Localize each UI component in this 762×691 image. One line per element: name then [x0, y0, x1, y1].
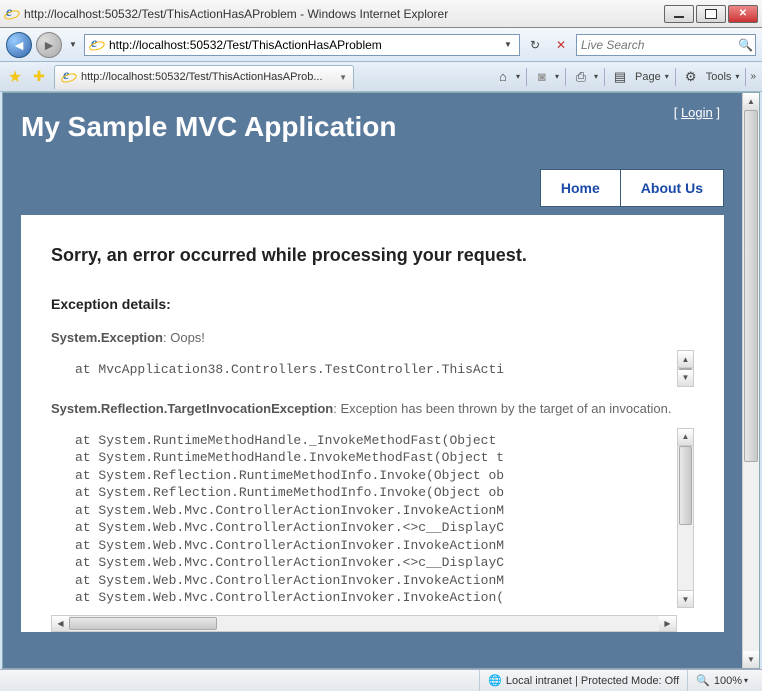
- login-area: [ Login ]: [674, 105, 720, 120]
- chevron-icon[interactable]: »: [750, 71, 756, 82]
- address-input[interactable]: [109, 38, 501, 52]
- tab-favicon: [61, 69, 77, 85]
- stack2-vscroll[interactable]: ▲ ▼: [677, 428, 694, 608]
- forward-button[interactable]: ►: [36, 32, 62, 58]
- tab-title: http://localhost:50532/Test/ThisActionHa…: [81, 71, 335, 83]
- nav-history-dropdown[interactable]: ▼: [66, 34, 80, 56]
- home-icon[interactable]: ⌂: [494, 68, 512, 86]
- favorites-icon[interactable]: ★: [6, 68, 24, 86]
- navigation-bar: ◄ ► ▼ ▼ ↻ ✕ 🔍: [0, 28, 762, 62]
- scroll-thumb[interactable]: [69, 617, 217, 630]
- exception-details-label: Exception details:: [51, 296, 694, 312]
- security-zone[interactable]: 🌐 Local intranet | Protected Mode: Off: [479, 670, 687, 691]
- feeds-dropdown[interactable]: ▾: [555, 72, 559, 81]
- minimize-button[interactable]: [664, 5, 694, 23]
- exception2-stack: at System.RuntimeMethodHandle._InvokeMet…: [51, 424, 694, 615]
- zoom-control[interactable]: 🔍 100% ▾: [687, 670, 756, 691]
- search-icon[interactable]: 🔍: [738, 38, 753, 52]
- scroll-up-icon[interactable]: ▲: [743, 93, 759, 110]
- nav-home[interactable]: Home: [540, 169, 621, 207]
- zone-text: Local intranet | Protected Mode: Off: [506, 675, 679, 687]
- exception1-title: System.Exception: Oops!: [51, 330, 694, 345]
- feeds-icon[interactable]: ◙: [533, 68, 551, 86]
- nav-menu: Home About Us: [21, 169, 724, 207]
- page-dropdown[interactable]: ▾: [665, 72, 669, 81]
- window-buttons: ✕: [664, 5, 758, 23]
- exception2-title: System.Reflection.TargetInvocationExcept…: [51, 401, 694, 416]
- globe-icon: 🌐: [488, 674, 502, 687]
- scroll-track[interactable]: [678, 368, 693, 369]
- scroll-down-icon[interactable]: ▼: [743, 651, 759, 668]
- scroll-track[interactable]: [678, 446, 693, 590]
- app-title: My Sample MVC Application: [21, 111, 724, 143]
- scroll-track[interactable]: [743, 110, 759, 651]
- scroll-thumb[interactable]: [679, 446, 692, 525]
- print-dropdown[interactable]: ▾: [594, 72, 598, 81]
- nav-about[interactable]: About Us: [620, 169, 724, 207]
- exception-block-1: System.Exception: Oops! at MvcApplicatio…: [51, 330, 694, 387]
- scroll-down-icon[interactable]: ▼: [678, 369, 693, 386]
- exception1-stack: at MvcApplication38.Controllers.TestCont…: [51, 353, 694, 387]
- search-box[interactable]: 🔍: [576, 34, 756, 56]
- content-box: Sorry, an error occurred while processin…: [21, 215, 724, 632]
- search-input[interactable]: [581, 38, 738, 52]
- tools-icon[interactable]: ⚙: [682, 68, 700, 86]
- scroll-up-icon[interactable]: ▲: [678, 351, 693, 368]
- ie-icon: [4, 6, 20, 22]
- home-dropdown[interactable]: ▾: [516, 72, 520, 81]
- scroll-left-icon[interactable]: ◀: [52, 616, 69, 631]
- page-content: [ Login ] My Sample MVC Application Home…: [3, 93, 742, 668]
- scroll-thumb[interactable]: [679, 368, 692, 370]
- app-wrapper: [ Login ] My Sample MVC Application Home…: [3, 93, 742, 668]
- app-header: [ Login ] My Sample MVC Application Home…: [21, 111, 724, 215]
- refresh-button[interactable]: ↻: [524, 34, 546, 56]
- page-menu[interactable]: Page: [635, 71, 661, 83]
- close-button[interactable]: ✕: [728, 5, 758, 23]
- scroll-track[interactable]: [69, 616, 659, 631]
- print-icon[interactable]: ⎙: [572, 68, 590, 86]
- zoom-dropdown[interactable]: ▾: [744, 676, 748, 685]
- add-favorite-icon[interactable]: ✚: [30, 68, 48, 86]
- address-bar[interactable]: ▼: [84, 34, 520, 56]
- command-bar: ⌂▾ ◙▾ ⎙▾ ▤ Page▾ ⚙ Tools▾ »: [494, 68, 756, 86]
- back-button[interactable]: ◄: [6, 32, 32, 58]
- maximize-button[interactable]: [696, 5, 726, 23]
- window-titlebar: http://localhost:50532/Test/ThisActionHa…: [0, 0, 762, 28]
- tools-dropdown[interactable]: ▾: [735, 72, 739, 81]
- zoom-icon: 🔍: [696, 674, 710, 687]
- login-prefix: [: [674, 105, 681, 120]
- zoom-value: 100%: [714, 675, 742, 687]
- browser-tab[interactable]: http://localhost:50532/Test/ThisActionHa…: [54, 65, 354, 89]
- scroll-right-icon[interactable]: ▶: [659, 616, 676, 631]
- tab-dropdown[interactable]: ▼: [339, 73, 347, 82]
- tools-menu[interactable]: Tools: [706, 71, 732, 83]
- scroll-up-icon[interactable]: ▲: [678, 429, 693, 446]
- main-vscroll[interactable]: ▲ ▼: [742, 93, 759, 668]
- browser-viewport: [ Login ] My Sample MVC Application Home…: [2, 92, 760, 669]
- status-bar: 🌐 Local intranet | Protected Mode: Off 🔍…: [0, 669, 762, 691]
- login-link[interactable]: Login: [681, 105, 713, 120]
- login-suffix: ]: [713, 105, 720, 120]
- page-icon[interactable]: ▤: [611, 68, 629, 86]
- tab-bar: ★ ✚ http://localhost:50532/Test/ThisActi…: [0, 62, 762, 92]
- scroll-thumb[interactable]: [744, 110, 758, 462]
- window-title: http://localhost:50532/Test/ThisActionHa…: [24, 7, 664, 21]
- exception-block-2: at System.RuntimeMethodHandle._InvokeMet…: [51, 424, 694, 632]
- error-heading: Sorry, an error occurred while processin…: [51, 245, 694, 266]
- address-favicon: [89, 37, 105, 53]
- stack2-hscroll[interactable]: ◀ ▶: [51, 615, 677, 632]
- address-dropdown[interactable]: ▼: [501, 34, 515, 56]
- stack1-vscroll[interactable]: ▲ ▼: [677, 350, 694, 387]
- scroll-down-icon[interactable]: ▼: [678, 590, 693, 607]
- stop-button[interactable]: ✕: [550, 34, 572, 56]
